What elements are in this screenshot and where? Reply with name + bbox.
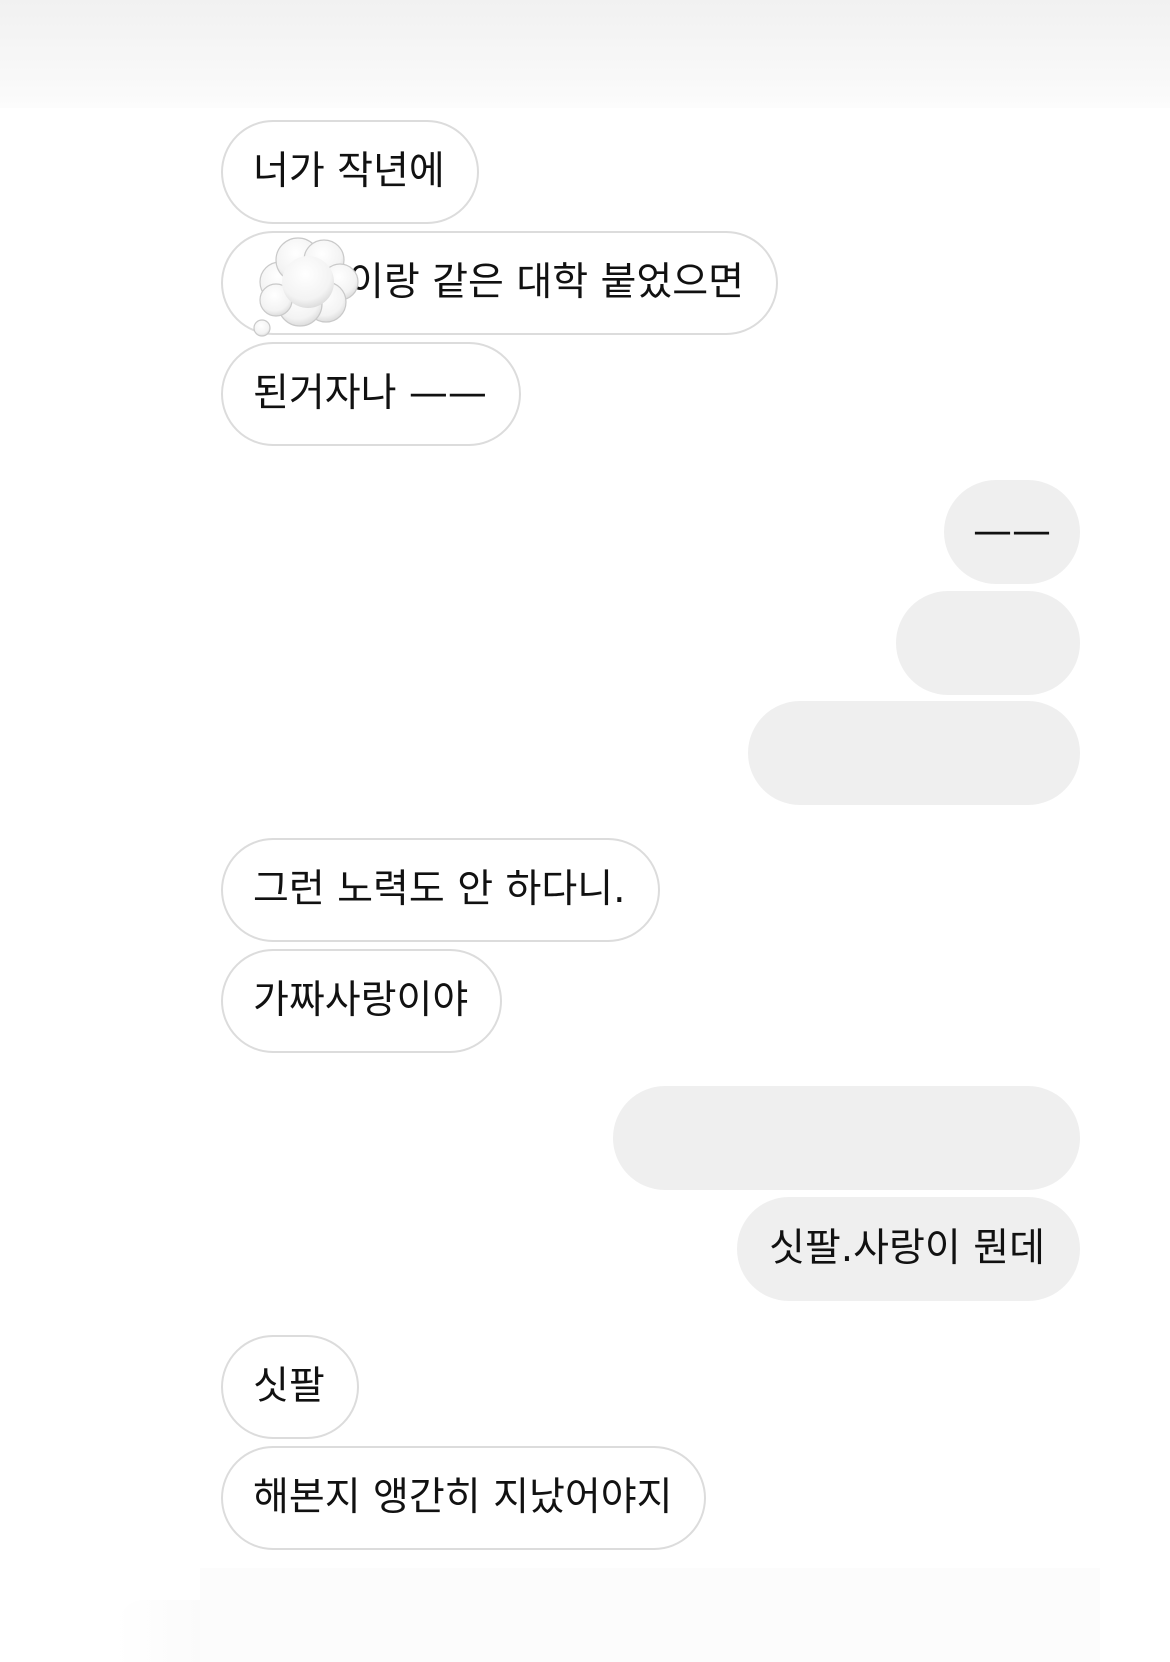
message-text: 싯팔.사랑이 뭔데: [769, 1226, 1045, 1271]
message-bubble-incoming[interactable]: 너가 작년에: [221, 120, 479, 224]
message-bubble-incoming[interactable]: 싯팔: [221, 1335, 359, 1439]
chat-screen: 너가 작년에 이랑 같은 대학 붙었으면 된거자나 —— —— 그런 노력도 안…: [0, 0, 1170, 1662]
message-bubble-incoming[interactable]: 해본지 앵간히 지났어야지: [221, 1446, 707, 1550]
message-bubble-outgoing-blank[interactable]: [748, 701, 1080, 805]
message-bubble-incoming[interactable]: 된거자나 ——: [221, 342, 521, 446]
thought-bubble-cloud-icon: [253, 237, 359, 337]
message-text: 가짜사랑이야: [253, 978, 469, 1023]
top-header-fade: [0, 0, 1170, 108]
message-bubble-incoming[interactable]: 그런 노력도 안 하다니.: [221, 838, 660, 942]
bottom-input-area-edge: [115, 1600, 200, 1662]
message-bubble-outgoing[interactable]: 싯팔.사랑이 뭔데: [737, 1197, 1080, 1301]
message-text: 해본지 앵간히 지났어야지: [253, 1475, 673, 1520]
message-bubble-outgoing[interactable]: ——: [944, 480, 1080, 584]
bottom-input-area: [200, 1568, 1100, 1662]
message-text: 싯팔: [253, 1364, 325, 1409]
message-text: 너가 작년에: [253, 149, 445, 194]
message-text: ——: [973, 509, 1051, 554]
message-text: 이랑 같은 대학 붙었으면: [348, 260, 744, 305]
message-text: 그런 노력도 안 하다니.: [253, 867, 626, 912]
message-bubble-outgoing-blank[interactable]: [613, 1086, 1080, 1190]
message-text: 된거자나 ——: [253, 371, 487, 416]
message-bubble-outgoing-blank[interactable]: [896, 591, 1080, 695]
message-bubble-incoming[interactable]: 가짜사랑이야: [221, 949, 503, 1053]
